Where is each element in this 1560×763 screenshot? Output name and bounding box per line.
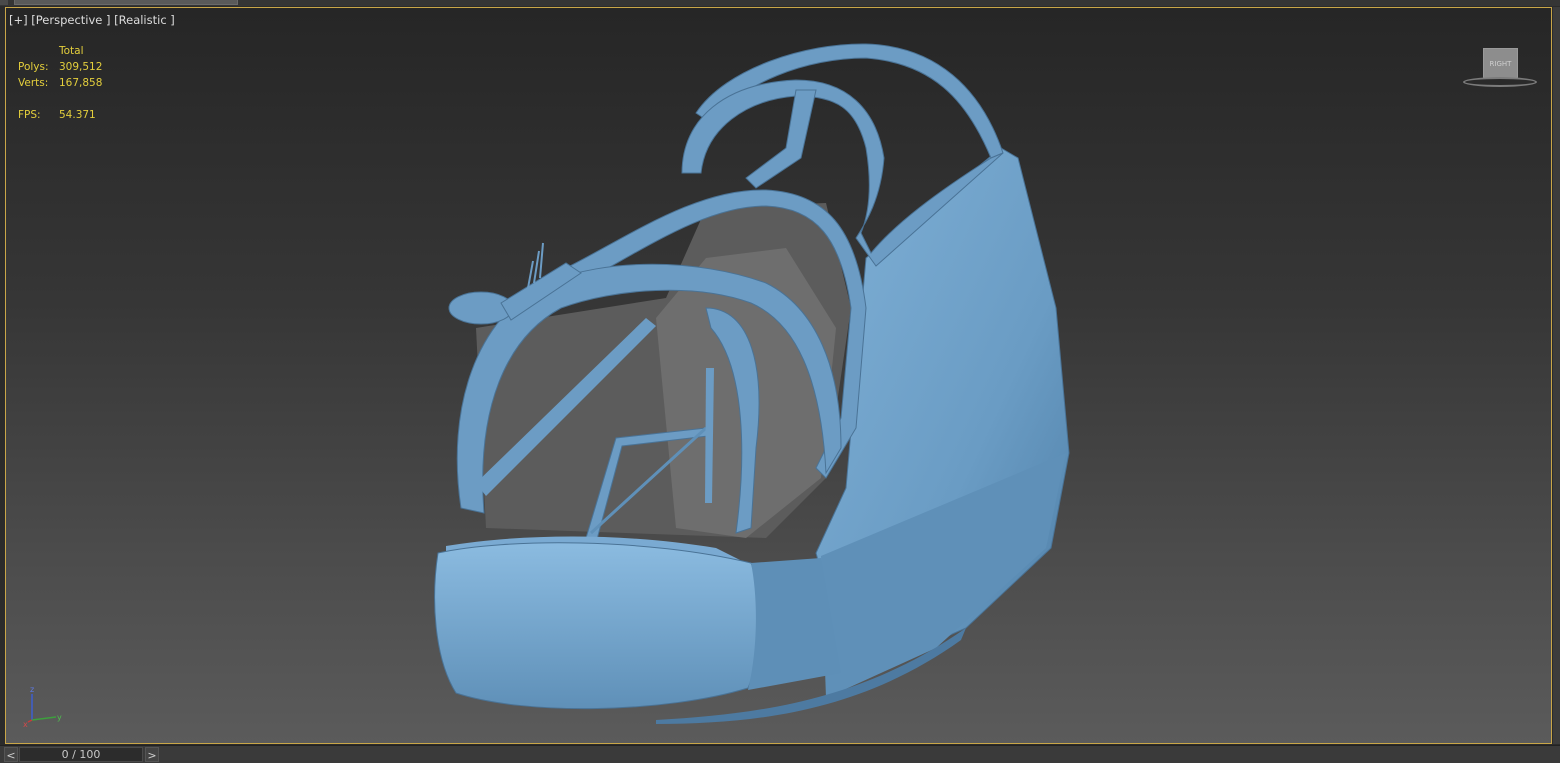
top-toolbar-strip [0, 0, 1560, 6]
viewcube-icon[interactable]: RIGHT [1461, 44, 1543, 94]
antenna-2 [533, 250, 540, 284]
toolbar-tab[interactable] [14, 0, 238, 5]
antenna-3 [539, 242, 544, 279]
toolbar-left-button[interactable] [0, 0, 8, 5]
nose-box [434, 542, 758, 710]
axis-tripod-icon: z y x [23, 685, 62, 729]
axis-y-label: y [57, 713, 62, 722]
perspective-viewport[interactable]: [+] [Perspective ] [Realistic ] Total Po… [5, 7, 1552, 744]
helicopter-cockpit-model[interactable] [6, 8, 1552, 744]
time-slider[interactable]: 0 / 100 [19, 747, 143, 762]
time-slider-bar: < 0 / 100 > [0, 745, 1560, 763]
next-frame-button[interactable]: > [145, 747, 159, 762]
prev-frame-button[interactable]: < [4, 747, 18, 762]
viewcube-face[interactable]: RIGHT [1483, 48, 1518, 78]
axis-x-label: x [23, 720, 28, 729]
viewcube-ring[interactable] [1463, 77, 1537, 87]
axis-z-label: z [30, 685, 34, 694]
right-panel-edge [1553, 7, 1560, 744]
